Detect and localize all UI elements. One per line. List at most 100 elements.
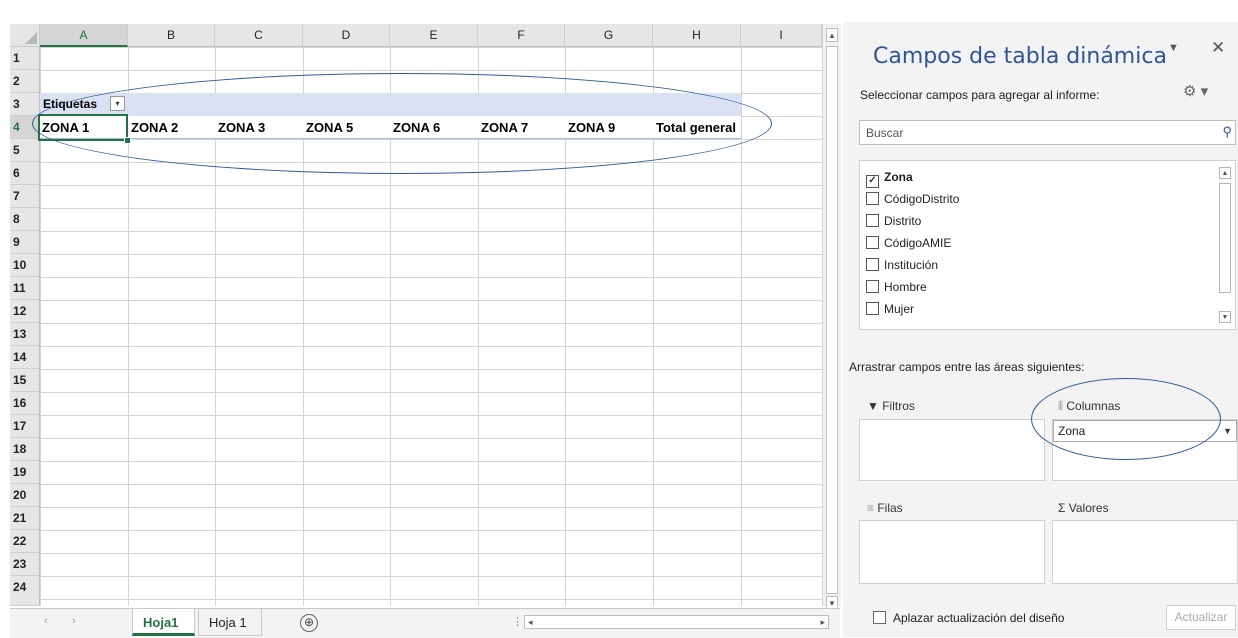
pivot-column-labels-cell[interactable]: Etiquetas — [43, 97, 109, 111]
scroll-up-icon[interactable]: ▲ — [1219, 167, 1231, 179]
row-header[interactable]: 14 — [10, 346, 40, 369]
row-header[interactable]: 16 — [10, 392, 40, 415]
columns-field-zona[interactable]: Zona ▼ — [1053, 420, 1237, 442]
row-header[interactable]: 7 — [10, 185, 40, 208]
column-header-e[interactable]: E — [390, 24, 478, 47]
row-header[interactable]: 1 — [10, 47, 40, 70]
pivot-header-cell[interactable]: ZONA 2 — [131, 120, 178, 135]
drag-fields-label: Arrastrar campos entre las áreas siguien… — [849, 360, 1085, 374]
field-item-codigoamie[interactable]: CódigoAMIE — [866, 236, 951, 250]
row-header[interactable]: 17 — [10, 415, 40, 438]
field-label: CódigoAMIE — [884, 236, 952, 250]
sheet-tab-hoja1[interactable]: Hoja1 — [132, 609, 195, 636]
column-header-a[interactable]: A — [40, 24, 128, 47]
add-sheet-icon[interactable]: ⊕ — [300, 614, 318, 632]
field-item-zona[interactable]: ✓ Zona — [866, 170, 913, 188]
tab-split-handle[interactable]: ⋮ — [512, 615, 523, 628]
active-cell-border — [38, 114, 128, 141]
horizontal-scrollbar[interactable]: ◂ ▸ — [524, 615, 829, 629]
row-header[interactable]: 12 — [10, 300, 40, 323]
sheet-tabs-bar: ‹ › Hoja1 Hoja 1 ⊕ ⋮ ◂ ▸ — [10, 608, 840, 638]
row-header[interactable]: 23 — [10, 553, 40, 576]
pivot-filter-dropdown-icon[interactable]: ▾ — [110, 96, 125, 111]
column-header-b[interactable]: B — [128, 24, 215, 47]
row-header[interactable]: 22 — [10, 530, 40, 553]
field-label: Hombre — [884, 280, 927, 294]
checkbox-icon[interactable] — [866, 192, 879, 205]
checkbox-icon[interactable] — [866, 258, 879, 271]
scroll-right-icon[interactable]: ▸ — [820, 616, 825, 628]
pivot-field-list-panel: Campos de tabla dinámica ▼ ✕ Seleccionar… — [843, 22, 1238, 637]
row-header[interactable]: 3 — [10, 93, 40, 116]
prev-sheet-icon[interactable]: ‹ — [44, 615, 48, 627]
field-label: Institución — [884, 258, 939, 272]
field-item-hombre[interactable]: Hombre — [866, 280, 927, 294]
checkbox-icon[interactable] — [866, 214, 879, 227]
row-header[interactable]: 11 — [10, 277, 40, 300]
row-header[interactable]: 5 — [10, 139, 40, 162]
column-header-c[interactable]: C — [215, 24, 303, 47]
row-header[interactable]: 15 — [10, 369, 40, 392]
field-item-mujer[interactable]: Mujer — [866, 302, 914, 316]
column-header-f[interactable]: F — [478, 24, 565, 47]
field-label: CódigoDistrito — [884, 192, 960, 206]
column-header-i[interactable]: I — [741, 24, 822, 47]
filters-drop-area[interactable] — [859, 419, 1045, 481]
row-header[interactable]: 24 — [10, 576, 40, 606]
checkbox-icon[interactable] — [866, 236, 879, 249]
pivot-header-cell[interactable]: ZONA 7 — [481, 120, 528, 135]
row-header[interactable]: 9 — [10, 231, 40, 254]
column-header-g[interactable]: G — [565, 24, 653, 47]
sigma-icon: Σ — [1058, 501, 1069, 515]
field-label: Mujer — [884, 302, 915, 316]
pivot-header-cell[interactable]: ZONA 9 — [568, 120, 615, 135]
chevron-down-icon[interactable]: ▼ — [1223, 421, 1232, 441]
scroll-up-icon[interactable]: ▲ — [826, 28, 838, 42]
row-header[interactable]: 2 — [10, 70, 40, 93]
row-header[interactable]: 8 — [10, 208, 40, 231]
row-header[interactable]: 4 — [10, 116, 40, 139]
vertical-scroll-thumb[interactable] — [826, 46, 838, 594]
defer-update-checkbox[interactable] — [873, 611, 886, 624]
gear-icon[interactable]: ⚙ ▾ — [1183, 82, 1208, 100]
pivot-header-cell[interactable]: ZONA 6 — [393, 120, 440, 135]
sheet-tab-hoja-1[interactable]: Hoja 1 — [198, 609, 262, 636]
filters-area-label: ▼ Filtros — [867, 399, 915, 413]
close-icon[interactable]: ✕ — [1211, 38, 1225, 58]
filter-icon: ▼ — [867, 399, 883, 413]
pivot-header-cell[interactable]: ZONA 5 — [306, 120, 353, 135]
vertical-scrollbar[interactable]: ▲ ▼ — [822, 24, 841, 610]
row-header[interactable]: 13 — [10, 323, 40, 346]
scroll-down-icon[interactable]: ▼ — [1219, 311, 1231, 323]
search-input[interactable]: Buscar ⚲ — [859, 120, 1236, 145]
row-header[interactable]: 6 — [10, 162, 40, 185]
pivot-header-cell[interactable]: ZONA 3 — [218, 120, 265, 135]
field-label: Distrito — [884, 214, 922, 228]
field-item-institucion[interactable]: Institución — [866, 258, 938, 272]
fill-handle[interactable] — [124, 137, 131, 144]
select-all-corner[interactable] — [10, 24, 40, 47]
row-header[interactable]: 20 — [10, 484, 40, 507]
column-header-h[interactable]: H — [653, 24, 741, 47]
checkbox-icon[interactable] — [866, 302, 879, 315]
column-header-d[interactable]: D — [303, 24, 390, 47]
field-item-distrito[interactable]: Distrito — [866, 214, 921, 228]
next-sheet-icon[interactable]: › — [72, 615, 76, 627]
row-header[interactable]: 21 — [10, 507, 40, 530]
panel-options-dropdown-icon[interactable]: ▼ — [1168, 42, 1179, 54]
field-list-scroll-thumb[interactable] — [1219, 183, 1231, 293]
row-header[interactable]: 18 — [10, 438, 40, 461]
checkbox-icon[interactable] — [866, 280, 879, 293]
update-button[interactable]: Actualizar — [1166, 605, 1236, 630]
panel-title: Campos de tabla dinámica — [873, 44, 1167, 69]
values-drop-area[interactable] — [1052, 520, 1238, 584]
pivot-header-cell[interactable]: Total general — [656, 120, 736, 135]
scroll-left-icon[interactable]: ◂ — [528, 616, 533, 628]
checkbox-checked-icon[interactable]: ✓ — [866, 175, 879, 188]
rows-drop-area[interactable] — [859, 520, 1045, 584]
field-item-codigodistrito[interactable]: CódigoDistrito — [866, 192, 959, 206]
search-icon[interactable]: ⚲ — [1222, 124, 1232, 140]
row-header[interactable]: 10 — [10, 254, 40, 277]
row-header[interactable]: 19 — [10, 461, 40, 484]
field-list-scrollbar[interactable]: ▲ ▼ — [1218, 163, 1232, 327]
